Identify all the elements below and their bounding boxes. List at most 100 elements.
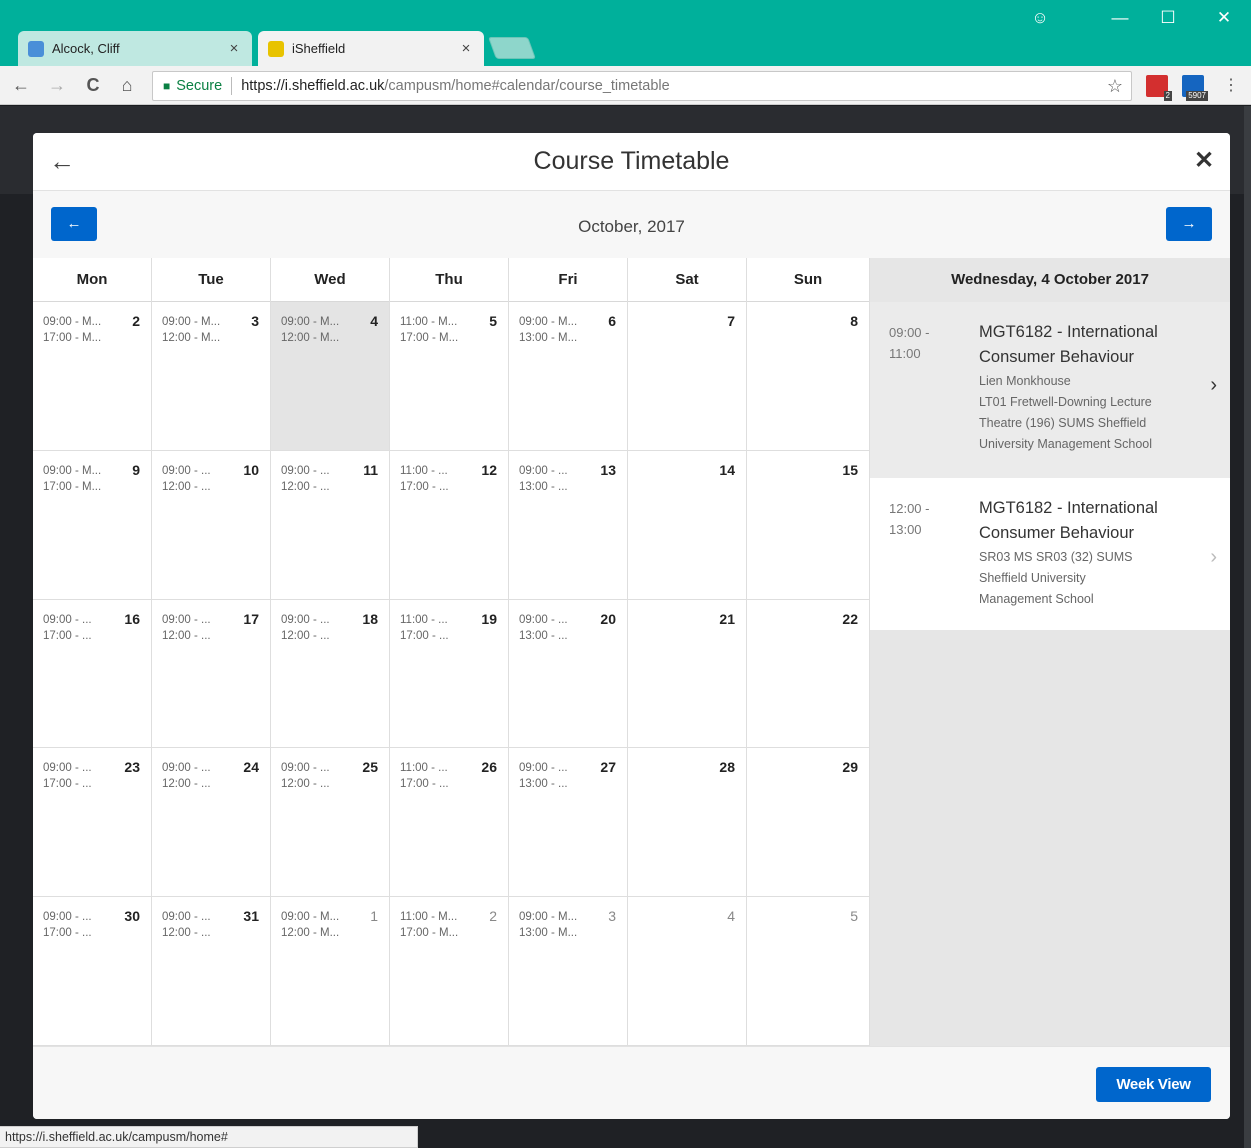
next-month-button[interactable]: →: [1166, 207, 1212, 241]
chevron-right-icon[interactable]: ›: [1210, 374, 1217, 397]
minimize-icon[interactable]: —: [1100, 8, 1140, 28]
calendar-day-cell[interactable]: 15: [747, 450, 870, 600]
close-icon[interactable]: ✕: [1192, 147, 1216, 175]
day-number: 16: [124, 610, 140, 627]
calendar-day-cell[interactable]: 30 09:00 - ... 17:00 - ...: [33, 897, 152, 1046]
calendar-day-cell[interactable]: 9 09:00 - M... 17:00 - M...: [33, 450, 152, 600]
day-number: 20: [600, 610, 616, 627]
page-scrollbar[interactable]: [1244, 106, 1251, 1148]
calendar-day-cell[interactable]: 10 09:00 - ... 12:00 - ...: [152, 450, 271, 600]
event-summary: 09:00 - M...: [43, 316, 102, 328]
home-icon[interactable]: ⌂: [116, 74, 138, 96]
calendar-day-cell[interactable]: 2 09:00 - M... 17:00 - M...: [33, 302, 152, 451]
modal-footer: Week View: [33, 1046, 1230, 1119]
calendar-day-cell[interactable]: 7: [628, 302, 747, 451]
tab-close-icon[interactable]: ×: [458, 40, 474, 57]
calendar-day-cell[interactable]: 8: [747, 302, 870, 451]
day-of-week-6: Sun: [747, 258, 870, 302]
calendar-day-cell[interactable]: 4 09:00 - M... 12:00 - M...: [271, 302, 390, 451]
calendar-day-cell[interactable]: 19 11:00 - ... 17:00 - ...: [390, 599, 509, 749]
calendar-day-cell[interactable]: 11 09:00 - ... 12:00 - ...: [271, 450, 390, 600]
calendar-day-cell[interactable]: 23 09:00 - ... 17:00 - ...: [33, 748, 152, 898]
forward-icon[interactable]: →: [46, 74, 68, 96]
calendar-day-cell[interactable]: 17 09:00 - ... 12:00 - ...: [152, 599, 271, 749]
browser-toolbar: ← → C ⌂ ■ Secure https://i.sheffield.ac.…: [0, 66, 1251, 105]
calendar-day-cell[interactable]: 6 09:00 - M... 13:00 - M...: [509, 302, 628, 451]
day-of-week-5: Sat: [628, 258, 747, 302]
day-of-week-2: Wed: [271, 258, 390, 302]
event-summary: 09:00 - M...: [281, 911, 340, 924]
calendar-day-cell[interactable]: 3 09:00 - M... 12:00 - M...: [152, 302, 271, 451]
tab-favicon-icon: [268, 40, 284, 57]
back-icon[interactable]: ←: [10, 74, 32, 96]
calendar-day-cell[interactable]: 21: [628, 599, 747, 749]
event-summary: 13:00 - ...: [519, 778, 568, 791]
calendar-day-cell[interactable]: 13 09:00 - ... 13:00 - ...: [509, 450, 628, 600]
calendar-day-cell[interactable]: 25 09:00 - ... 12:00 - ...: [271, 748, 390, 898]
day-number: 30: [124, 908, 140, 925]
calendar-day-cell[interactable]: 5: [747, 897, 870, 1046]
event-summary: 09:00 - ...: [162, 613, 211, 626]
event-summary: 13:00 - ...: [519, 629, 568, 642]
calendar-day-cell[interactable]: 26 11:00 - ... 17:00 - ...: [390, 748, 509, 898]
day-number: 2: [489, 908, 497, 925]
calendar-day-cell[interactable]: 31 09:00 - ... 12:00 - ...: [152, 897, 271, 1046]
account-icon[interactable]: ☺: [1020, 8, 1060, 28]
maximize-icon[interactable]: ☐: [1148, 8, 1188, 28]
extension-icon[interactable]: 2: [1146, 75, 1172, 101]
close-window-icon[interactable]: ✕: [1204, 8, 1244, 28]
event-summary: 11:00 - ...: [400, 613, 448, 626]
calendar-day-cell[interactable]: 5 11:00 - M... 17:00 - M...: [390, 302, 509, 451]
event-summary: 09:00 - ...: [281, 613, 330, 626]
timetable-event[interactable]: 12:00 - 13:00 MGT6182 - International Co…: [870, 478, 1230, 630]
reload-icon[interactable]: C: [82, 74, 104, 96]
event-summary: 09:00 - ...: [281, 464, 330, 477]
event-location: University Management School: [979, 437, 1152, 451]
day-number: 3: [608, 908, 616, 925]
event-summary: 17:00 - M...: [400, 927, 459, 940]
event-summary: 09:00 - ...: [519, 613, 568, 626]
chevron-right-icon[interactable]: ›: [1210, 546, 1217, 569]
tab-title: Alcock, Cliff: [52, 41, 120, 56]
calendar-day-cell[interactable]: 14: [628, 450, 747, 600]
calendar-day-cell[interactable]: 24 09:00 - ... 12:00 - ...: [152, 748, 271, 898]
calendar-day-cell[interactable]: 20 09:00 - ... 13:00 - ...: [509, 599, 628, 749]
calendar-day-cell[interactable]: 4: [628, 897, 747, 1046]
calendar-day-cell[interactable]: 22: [747, 599, 870, 749]
calendar-day-cell[interactable]: 2 11:00 - M... 17:00 - M...: [390, 897, 509, 1046]
event-summary: 12:00 - M...: [281, 927, 340, 940]
calendar-day-cell[interactable]: 29: [747, 748, 870, 898]
event-location: Sheffield University: [979, 571, 1086, 585]
bookmark-star-icon[interactable]: ☆: [1107, 76, 1123, 97]
calendar-day-cell[interactable]: 12 11:00 - ... 17:00 - ...: [390, 450, 509, 600]
calendar-day-cell[interactable]: 16 09:00 - ... 17:00 - ...: [33, 599, 152, 749]
browser-tab-isheffield[interactable]: iSheffield ×: [258, 31, 484, 66]
calendar-day-cell[interactable]: 1 09:00 - M... 12:00 - M...: [271, 897, 390, 1046]
event-summary: 13:00 - M...: [519, 927, 578, 940]
calendar-day-cell[interactable]: 28: [628, 748, 747, 898]
tab-close-icon[interactable]: ×: [226, 40, 242, 57]
event-summary: 17:00 - M...: [43, 480, 102, 493]
week-view-button[interactable]: Week View: [1096, 1067, 1211, 1102]
event-summary: 17:00 - ...: [43, 629, 92, 642]
day-number: 14: [719, 461, 735, 478]
browser-tab-alcock[interactable]: Alcock, Cliff ×: [18, 31, 252, 66]
calendar-day-cell[interactable]: 18 09:00 - ... 12:00 - ...: [271, 599, 390, 749]
event-title: MGT6182 - International Consumer Behavio…: [979, 499, 1158, 542]
event-summary: 09:00 - ...: [43, 762, 92, 775]
event-summary: 09:00 - M...: [43, 464, 102, 477]
calendar-day-cell[interactable]: 27 09:00 - ... 13:00 - ...: [509, 748, 628, 898]
address-separator: [231, 77, 233, 95]
status-bar-url: https://i.sheffield.ac.uk/campusm/home#: [0, 1126, 418, 1148]
event-summary: 09:00 - ...: [519, 762, 568, 775]
event-summary: 09:00 - ...: [43, 613, 92, 626]
calendar-day-cell[interactable]: 3 09:00 - M... 13:00 - M...: [509, 897, 628, 1046]
day-number: 4: [370, 313, 378, 329]
event-summary: 12:00 - ...: [281, 629, 330, 642]
day-of-week-4: Fri: [509, 258, 628, 302]
extension-icon[interactable]: 5907: [1182, 75, 1208, 101]
address-bar[interactable]: ■ Secure https://i.sheffield.ac.uk /camp…: [152, 71, 1132, 101]
new-tab-button[interactable]: [487, 37, 537, 59]
browser-menu-icon[interactable]: ⋮: [1223, 75, 1239, 97]
timetable-event[interactable]: 09:00 - 11:00 MGT6182 - International Co…: [870, 302, 1230, 478]
